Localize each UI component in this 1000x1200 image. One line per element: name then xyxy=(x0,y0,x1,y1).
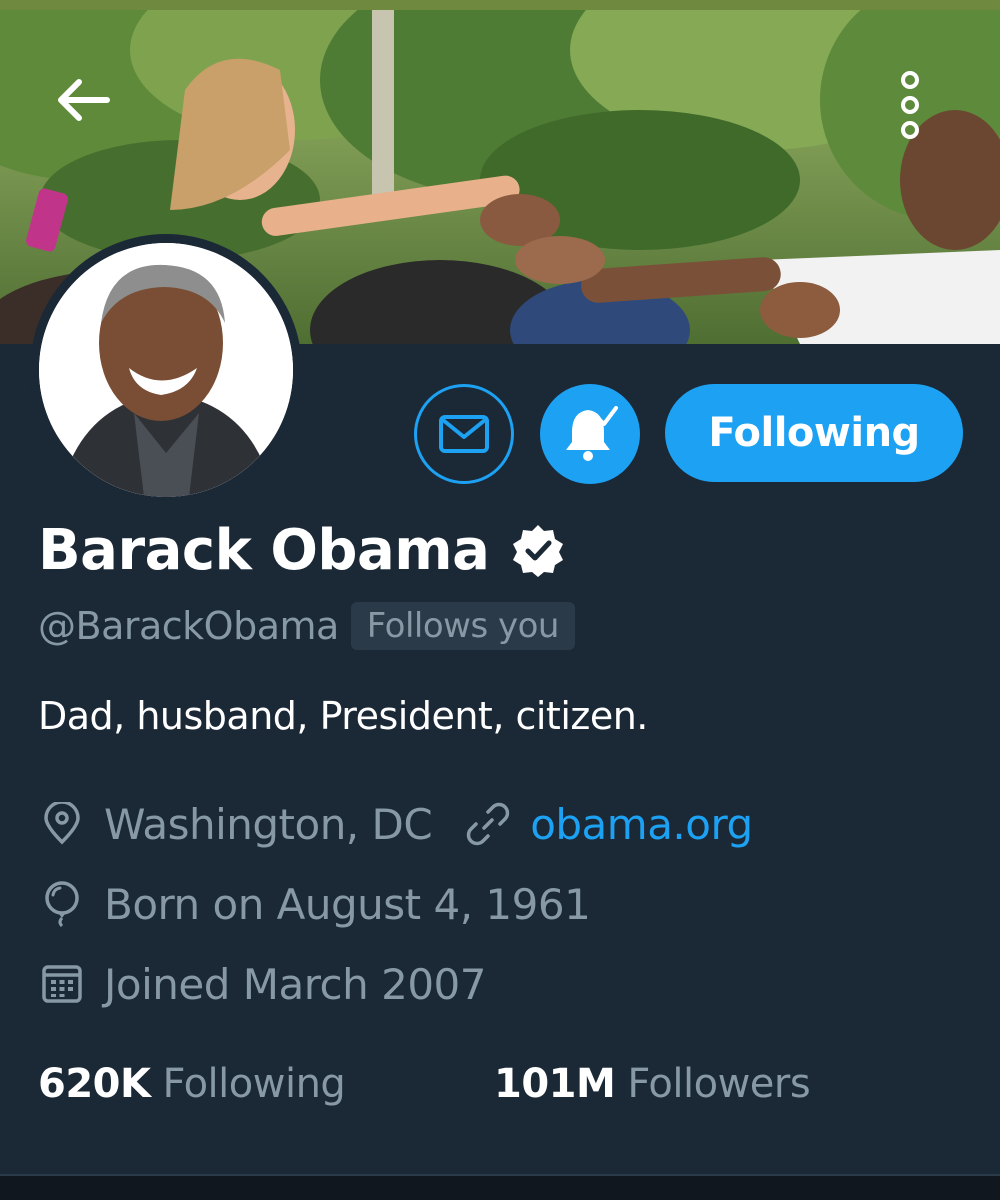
following-stat[interactable]: 620K Following xyxy=(38,1054,346,1114)
followers-label: Followers xyxy=(627,1061,811,1107)
avatar-photo xyxy=(39,243,293,497)
following-button[interactable]: Following xyxy=(665,384,963,482)
username-handle: @BarackObama xyxy=(38,604,339,648)
joined-row: Joined March 2007 xyxy=(40,954,487,1014)
birthday-text: Born on August 4, 1961 xyxy=(104,879,591,929)
followers-count: 101M xyxy=(494,1061,616,1107)
tab-bar-divider xyxy=(0,1174,1000,1200)
profile-screen: Following Barack Obama @BarackObama Foll… xyxy=(0,0,1000,1200)
balloon-icon xyxy=(40,881,84,927)
birthday-row: Born on August 4, 1961 xyxy=(40,874,591,934)
arrow-left-icon xyxy=(58,79,110,121)
name-row: Barack Obama xyxy=(38,512,565,588)
back-button[interactable] xyxy=(55,78,125,138)
avatar[interactable] xyxy=(30,234,302,506)
map-pin-icon xyxy=(40,802,84,846)
more-vertical-icon xyxy=(901,71,919,139)
profile-bio: Dad, husband, President, citizen. xyxy=(38,694,648,738)
link-icon xyxy=(466,802,510,846)
handle-row: @BarackObama Follows you xyxy=(38,598,575,654)
followers-stat[interactable]: 101M Followers xyxy=(494,1054,811,1114)
status-strip xyxy=(0,0,1000,10)
display-name: Barack Obama xyxy=(38,517,490,583)
verified-badge-icon xyxy=(513,525,564,577)
location-row: Washington, DC obama.org xyxy=(40,794,753,854)
following-label: Following xyxy=(162,1061,346,1107)
more-options-button[interactable] xyxy=(895,70,941,150)
calendar-icon xyxy=(40,962,84,1006)
follows-you-badge: Follows you xyxy=(350,602,575,650)
envelope-icon xyxy=(439,415,489,453)
notifications-button[interactable] xyxy=(540,384,640,484)
following-count: 620K xyxy=(38,1061,151,1107)
website-link[interactable]: obama.org xyxy=(530,800,753,849)
message-button[interactable] xyxy=(414,384,514,484)
location-text: Washington, DC xyxy=(104,799,433,849)
joined-text: Joined March 2007 xyxy=(104,959,487,1009)
bell-check-icon xyxy=(566,406,618,461)
